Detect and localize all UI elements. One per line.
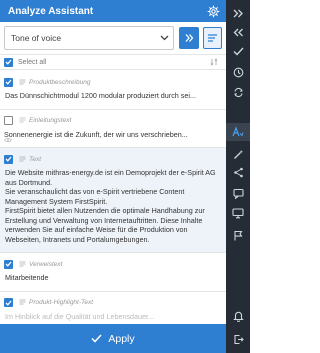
list-item[interactable]: Produktbeschreibung Das Dünnschichtmodul…: [0, 71, 226, 110]
dropdown-selected-value: Tone of voice: [11, 33, 62, 43]
bell-icon[interactable]: [226, 307, 250, 325]
list-item[interactable]: Einleitungstext Sonnenenergie ist die Zu…: [0, 110, 226, 148]
item-type-label: Produkt-Highlight-Text: [29, 299, 94, 306]
item-type-label: Text: [29, 155, 42, 163]
collapse-icon[interactable]: [226, 23, 250, 41]
text-type-icon: [19, 156, 26, 163]
select-all-checkbox[interactable]: [4, 57, 13, 67]
flag-icon[interactable]: [226, 226, 250, 244]
item-type-label: Produktbeschreibung: [29, 78, 91, 86]
chevron-down-icon: [160, 33, 169, 43]
checkmark-icon: [91, 334, 102, 343]
text-items-list: Produktbeschreibung Das Dünnschichtmodul…: [0, 71, 226, 324]
history-icon[interactable]: [226, 63, 250, 81]
text-type-icon: [19, 299, 26, 306]
check-icon[interactable]: [226, 42, 250, 60]
list-item[interactable]: Verweistext Mitarbeitende: [0, 253, 226, 292]
recycle-icon[interactable]: [226, 83, 250, 101]
expand-icon[interactable]: [226, 4, 250, 22]
panel-title: Analyze Assistant: [8, 5, 94, 17]
translate-icon[interactable]: [226, 123, 250, 141]
item-checkbox[interactable]: [4, 116, 13, 125]
list-view-button[interactable]: [202, 27, 222, 49]
magic-wand-icon[interactable]: [226, 145, 250, 163]
tool-sidebar: [226, 0, 250, 353]
run-analysis-button[interactable]: [179, 27, 199, 49]
item-type-label: Einleitungstext: [29, 117, 72, 124]
item-checkbox[interactable]: [4, 154, 13, 164]
select-all-label: Select all: [18, 58, 47, 66]
list-item[interactable]: Produkt-Highlight-Text Im Hinblick auf d…: [0, 292, 226, 325]
select-all-row: Select all: [0, 55, 226, 70]
analysis-toolbar: Tone of voice: [0, 22, 226, 55]
item-checkbox[interactable]: [4, 77, 13, 87]
item-text: Die Website mithras-energy.de ist ein De…: [5, 168, 216, 244]
item-text: Mitarbeitende: [5, 273, 49, 282]
eye-icon: [4, 130, 12, 148]
text-type-icon: [19, 261, 26, 268]
text-type-icon: [19, 117, 26, 124]
sort-icon[interactable]: [210, 58, 218, 66]
list-item-selected[interactable]: Text Die Website mithras-energy.de ist e…: [0, 148, 226, 253]
text-type-icon: [19, 79, 26, 86]
chat-icon[interactable]: [226, 184, 250, 202]
logout-icon[interactable]: [226, 330, 250, 348]
item-text: Sonnenenergie ist die Zukunft, der wir u…: [4, 129, 188, 139]
share-icon[interactable]: [226, 163, 250, 181]
display-icon[interactable]: [226, 204, 250, 222]
item-checkbox[interactable]: [4, 259, 13, 269]
item-text: Im Hinblick auf die Qualität und Lebensd…: [5, 311, 155, 321]
double-chevron-right-icon: [185, 34, 194, 42]
panel-header: Analyze Assistant: [0, 0, 226, 22]
apply-label: Apply: [108, 332, 135, 345]
item-checkbox[interactable]: [4, 298, 13, 307]
apply-button[interactable]: Apply: [0, 324, 226, 353]
analysis-type-dropdown[interactable]: Tone of voice: [4, 26, 175, 50]
item-text: Das Dünnschichtmodul 1200 modular produz…: [5, 91, 196, 100]
list-filter-icon: [207, 34, 217, 42]
item-type-label: Verweistext: [29, 260, 63, 268]
checkmark-icon: [5, 59, 12, 65]
settings-gear-icon[interactable]: [206, 4, 220, 18]
